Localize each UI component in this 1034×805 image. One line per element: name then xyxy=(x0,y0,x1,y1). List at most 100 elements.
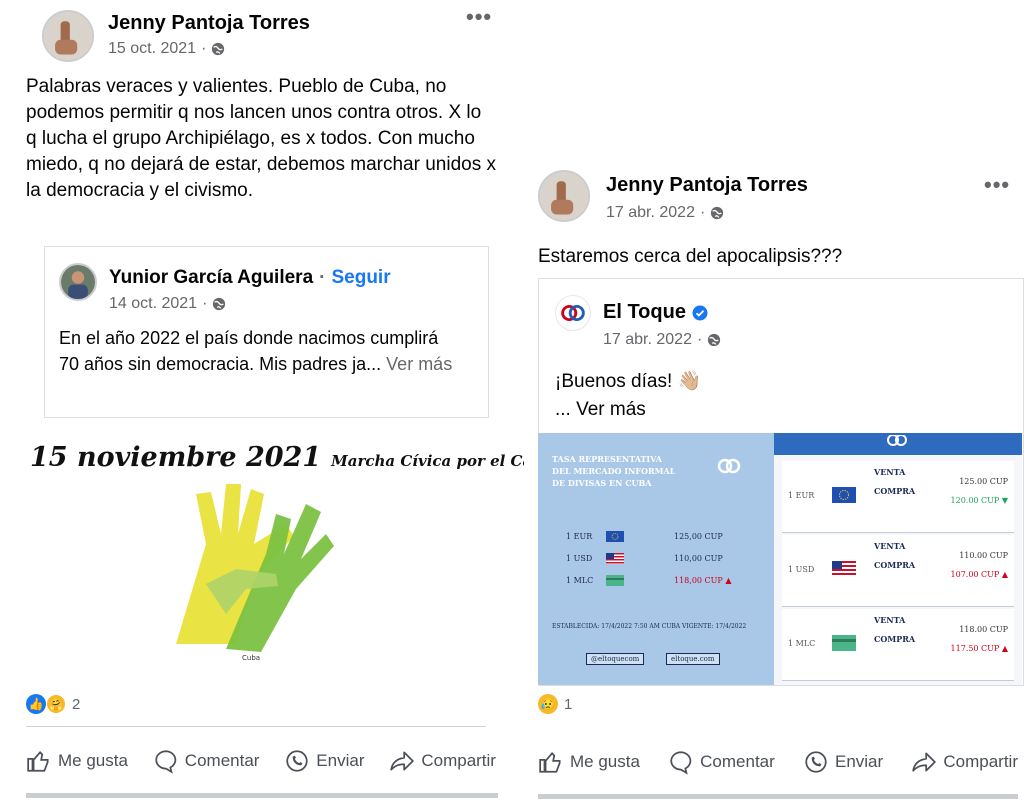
send-button[interactable]: Enviar xyxy=(284,748,364,774)
more-options-icon[interactable]: ••• xyxy=(984,172,1010,198)
author-name[interactable]: Jenny Pantoja Torres xyxy=(606,174,808,197)
rates-detail-topbar xyxy=(774,433,1022,455)
author-avatar[interactable] xyxy=(42,10,94,62)
send-label: Enviar xyxy=(316,751,365,770)
post-header: Jenny Pantoja Torres 17 abr. 2022 · ••• xyxy=(524,160,1034,224)
eltoque-logo-icon xyxy=(717,458,741,474)
post-right: Jenny Pantoja Torres 17 abr. 2022 · ••• … xyxy=(524,160,1034,805)
shared-author-line: Yunior García Aguilera · Seguir xyxy=(109,267,391,289)
share-button[interactable]: Compartir xyxy=(389,748,496,774)
like-button[interactable]: Me gusta xyxy=(26,748,128,774)
send-button[interactable]: Enviar xyxy=(803,749,883,775)
shared-meta: 17 abr. 2022 · xyxy=(603,331,721,349)
cuba-logo: Cuba xyxy=(242,654,261,662)
globe-icon xyxy=(711,206,724,220)
marcha-title: 15 noviembre 2021 Marcha Cívica por el Ca… xyxy=(30,442,574,473)
comment-button[interactable]: Comentar xyxy=(668,749,775,775)
action-bar: Me gusta Comentar Enviar Compartir xyxy=(538,740,1018,784)
avatar-photo-icon xyxy=(61,265,95,299)
like-button[interactable]: Me gusta xyxy=(538,749,640,775)
follow-button[interactable]: Seguir xyxy=(331,267,390,288)
shared-date[interactable]: 17 abr. 2022 xyxy=(603,331,692,349)
share-label: Compartir xyxy=(421,751,496,770)
verified-badge-icon xyxy=(692,305,708,320)
post-footer: 👍 🤗 2 Me gusta Comentar Enviar Compartir xyxy=(26,690,510,798)
rates-footer: ESTABLECIDA: 17/4/2022 7:50 AM CUBA VIGE… xyxy=(552,623,747,630)
us-flag-icon xyxy=(832,561,856,577)
share-icon xyxy=(390,751,415,771)
shared-author-name[interactable]: El Toque xyxy=(603,301,686,324)
bottom-separator xyxy=(26,793,498,798)
shared-post-card[interactable]: El Toque 17 abr. 2022 · ¡Buenos días! 👋🏼… xyxy=(538,278,1024,686)
like-label: Me gusta xyxy=(58,751,128,770)
eltoque-logo-icon xyxy=(561,304,585,322)
whatsapp-icon xyxy=(805,751,827,773)
shared-author-name[interactable]: Yunior García Aguilera xyxy=(109,267,313,288)
reactions-summary[interactable]: 👍 🤗 2 xyxy=(26,690,510,718)
care-reaction-icon: 🤗 xyxy=(46,694,66,714)
post-date[interactable]: 15 oct. 2021 xyxy=(108,40,196,58)
thumbs-up-icon xyxy=(27,751,49,772)
shared-date[interactable]: 14 oct. 2021 xyxy=(109,295,197,313)
comment-icon xyxy=(155,750,177,774)
action-bar: Me gusta Comentar Enviar Compartir xyxy=(26,739,496,783)
shared-author-avatar[interactable] xyxy=(555,295,591,331)
exchange-rates-image[interactable]: TASA REPRESENTATIVA DEL MERCADO INFORMAL… xyxy=(538,433,1022,685)
comment-label: Comentar xyxy=(700,752,775,771)
eltoque-logo-icon xyxy=(887,435,907,446)
bottom-separator xyxy=(538,794,1018,799)
send-label: Enviar xyxy=(834,752,884,771)
author-avatar[interactable] xyxy=(538,170,590,222)
marcha-image[interactable]: 15 noviembre 2021 Marcha Cívica por el Ca… xyxy=(26,436,574,684)
rate-detail-mlc: 1 MLC VENTA 118.00 CUP COMPRA 117.50 CUP… xyxy=(782,609,1014,681)
rate-row-usd: 1 USD 110,00 CUP xyxy=(566,553,723,564)
rate-row-mlc: 1 MLC 118,00 CUP ▲ xyxy=(566,575,732,586)
avatar-photo-icon xyxy=(540,172,588,220)
globe-icon xyxy=(213,297,226,311)
avatar-photo-icon xyxy=(44,12,92,60)
shared-post-card[interactable]: Yunior García Aguilera · Seguir 14 oct. 20… xyxy=(44,246,489,418)
comment-button[interactable]: Comentar xyxy=(153,748,260,774)
more-options-icon[interactable]: ••• xyxy=(466,4,492,30)
eu-flag-icon xyxy=(832,487,856,503)
share-label: Compartir xyxy=(943,752,1018,771)
hands-illustration-icon xyxy=(176,484,334,652)
post-text: Palabras veraces y valientes. Pueblo de … xyxy=(26,76,496,201)
like-reaction-icon: 👍 xyxy=(26,694,46,714)
author-name[interactable]: Jenny Pantoja Torres xyxy=(108,12,310,35)
share-button[interactable]: Compartir xyxy=(911,749,1018,775)
rate-row-eur: 1 EUR 125,00 CUP xyxy=(566,531,723,542)
shared-text-body: En el año 2022 el país donde nacimos cum… xyxy=(59,328,439,374)
shared-text: ¡Buenos días! 👋🏼 xyxy=(555,371,702,392)
rates-tag-social: @eltoquecom xyxy=(586,653,645,665)
like-label: Me gusta xyxy=(570,752,640,771)
globe-icon xyxy=(212,42,225,56)
marcha-date-text: 15 noviembre 2021 xyxy=(30,442,322,473)
rates-tag-web: eltoque.com xyxy=(666,653,720,665)
reaction-count: 2 xyxy=(72,695,81,713)
see-more-link[interactable]: Ver más xyxy=(386,354,452,374)
see-more-link[interactable]: ... Ver más xyxy=(555,397,955,423)
rate-detail-eur: 1 EUR VENTA 125.00 CUP COMPRA 120.00 CUP… xyxy=(782,461,1014,533)
shared-author-avatar[interactable] xyxy=(59,263,97,301)
reactions-summary[interactable]: 😥 1 xyxy=(538,690,1018,718)
thumbs-up-icon xyxy=(539,752,561,773)
rates-summary-panel: TASA REPRESENTATIVA DEL MERCADO INFORMAL… xyxy=(538,433,774,685)
rates-title: TASA REPRESENTATIVA DEL MERCADO INFORMAL… xyxy=(552,454,676,488)
globe-icon xyxy=(708,333,721,347)
reaction-count: 1 xyxy=(564,695,573,713)
post-meta: 17 abr. 2022 · xyxy=(606,204,724,222)
post-left: Jenny Pantoja Torres 15 oct. 2021 · ••• … xyxy=(26,0,574,805)
mlc-card-icon xyxy=(606,575,624,586)
shared-text: En el año 2022 el país donde nacimos cum… xyxy=(59,325,459,377)
comment-label: Comentar xyxy=(184,751,260,770)
whatsapp-icon xyxy=(286,750,308,772)
rate-detail-usd: 1 USD VENTA 110.00 CUP COMPRA 107.00 CUP… xyxy=(782,535,1014,607)
share-icon xyxy=(912,752,937,772)
post-date[interactable]: 17 abr. 2022 xyxy=(606,204,695,222)
separator-dot: · xyxy=(319,267,326,288)
post-footer: 😥 1 Me gusta Comentar Enviar Compartir xyxy=(538,690,1018,799)
sad-reaction-icon: 😥 xyxy=(538,694,558,714)
us-flag-icon xyxy=(606,553,624,564)
eu-flag-icon xyxy=(606,531,624,542)
